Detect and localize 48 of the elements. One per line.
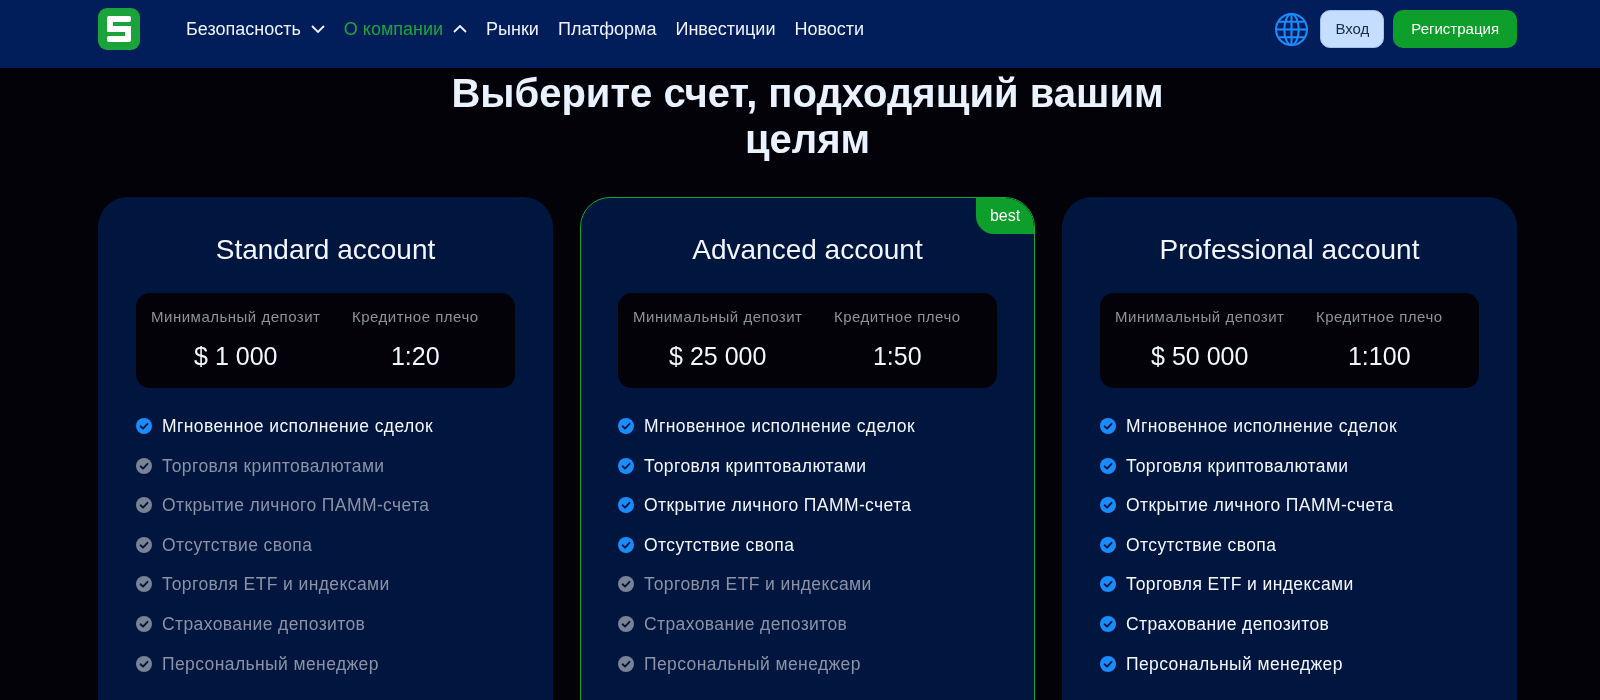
feature-text: Торговля ETF и индексами (1126, 573, 1354, 597)
plan-badge: best (976, 198, 1034, 234)
feature-text: Страхование депозитов (162, 612, 366, 636)
stat-label: Минимальный депозит (151, 307, 321, 327)
nav-link[interactable]: Безопасность (186, 17, 325, 41)
nav-link[interactable]: Рынки (486, 17, 539, 41)
feature-text: Отсутствие свопа (644, 533, 795, 557)
feature-text: Открытие личного ПАММ-счета (162, 494, 430, 518)
stat-label: Минимальный депозит (1115, 307, 1285, 327)
globe-icon[interactable] (1275, 12, 1309, 46)
nav-link[interactable]: Новости (794, 17, 865, 41)
stat-label: Минимальный депозит (633, 307, 803, 327)
nav-link[interactable]: Инвестиции (675, 17, 776, 41)
card-title: Professional account (1158, 233, 1421, 267)
feature-text: Страхование депозитов (644, 612, 848, 636)
stat-value: $ 1 000 (194, 341, 278, 371)
feature-text: Торговля криптовалютами (162, 454, 385, 478)
stat-label: Кредитное плечо (1315, 307, 1443, 327)
feature-text: Персональный менеджер (1126, 652, 1343, 676)
nav-link[interactable]: О компании (343, 17, 468, 41)
login-button[interactable]: Вход (1320, 10, 1385, 48)
feature-text: Персональный менеджер (162, 652, 379, 676)
feature-text: Открытие личного ПАММ-счета (644, 494, 912, 518)
stat-value: $ 50 000 (1151, 341, 1249, 371)
feature-text: Страхование депозитов (1126, 612, 1330, 636)
stat-label: Кредитное плечо (351, 307, 479, 327)
logo-icon[interactable] (98, 8, 140, 50)
feature-text: Мгновенное исполнение сделок (162, 415, 433, 438)
section-heading: Выберите счет, подходящий вашим целям (450, 70, 1165, 162)
stat-value: 1:20 (390, 341, 440, 371)
feature-text: Отсутствие свопа (162, 533, 313, 557)
stat-label: Кредитное плечо (833, 307, 961, 327)
feature-text: Персональный менеджер (644, 652, 861, 676)
feature-text: Мгновенное исполнение сделок (1126, 415, 1397, 438)
feature-text: Отсутствие свопа (1126, 533, 1277, 557)
register-button[interactable]: Регистрация (1393, 10, 1517, 48)
feature-text: Торговля ETF и индексами (162, 573, 390, 597)
feature-text: Открытие личного ПАММ-счета (1126, 494, 1394, 518)
stat-value: $ 25 000 (669, 341, 767, 371)
feature-text: Торговля ETF и индексами (644, 573, 872, 597)
stat-value: 1:100 (1347, 341, 1411, 371)
stat-value: 1:50 (872, 341, 922, 371)
feature-text: Мгновенное исполнение сделок (644, 415, 915, 438)
feature-text: Торговля криптовалютами (644, 454, 867, 478)
nav-link[interactable]: Платформа (557, 17, 657, 41)
feature-text: Торговля криптовалютами (1126, 454, 1349, 478)
card-title: Advanced account (691, 233, 924, 267)
card-title: Standard account (214, 233, 437, 267)
